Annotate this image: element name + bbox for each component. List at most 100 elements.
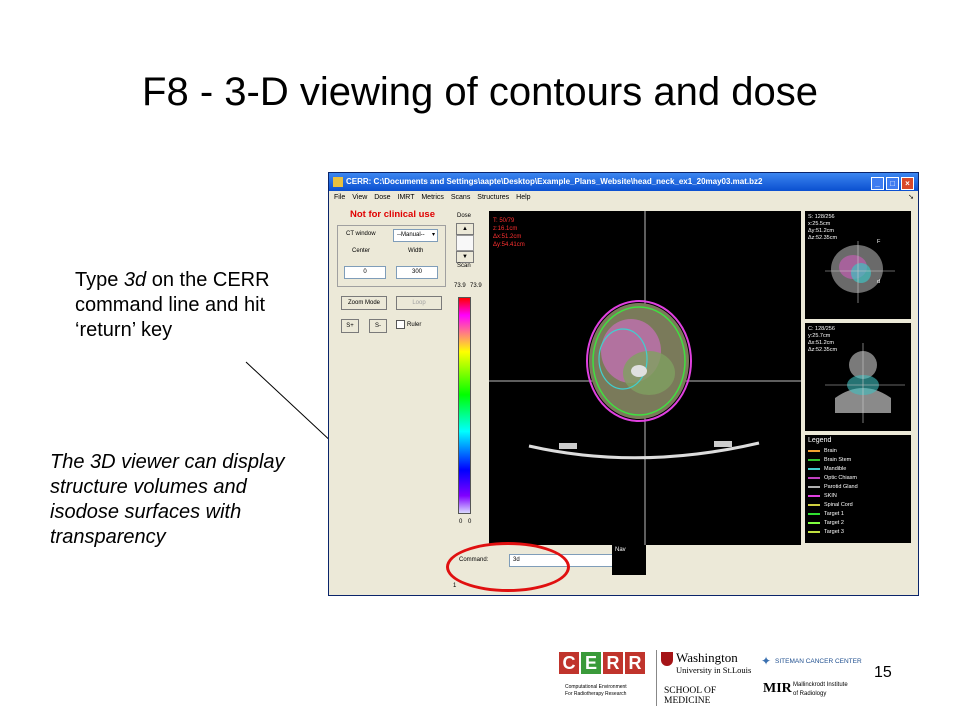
logo-divider xyxy=(656,650,657,706)
dose-up-arrow-icon[interactable]: ▲ xyxy=(456,223,474,235)
legend-item: SKIN xyxy=(808,492,837,500)
menu-file[interactable]: File xyxy=(334,194,345,201)
status-indicator: 1 xyxy=(453,583,457,589)
legend-item: Brain xyxy=(808,447,837,455)
legend-item-label: Target 1 xyxy=(824,511,844,517)
legend-item: Target 3 xyxy=(808,528,844,536)
colorbar-max-right: 73.9 xyxy=(470,283,482,289)
menu-help[interactable]: Help xyxy=(516,194,530,201)
coronal-view[interactable]: C: 128/256 y:25.7cm Δx:51.2cm Δz:52.35cm xyxy=(805,323,911,431)
legend-swatch xyxy=(808,467,820,470)
legend-item: Mandible xyxy=(808,465,846,473)
slice-up-button[interactable]: S+ xyxy=(341,319,359,333)
coronal-image xyxy=(825,343,905,423)
clinical-warning: Not for clinical use xyxy=(350,209,435,220)
wu-line2: University in St.Louis xyxy=(676,665,752,675)
command-highlight-circle xyxy=(446,542,570,592)
legend-swatch xyxy=(808,458,820,461)
legend-swatch xyxy=(808,485,820,488)
dose-scan-controls: Dose ▲ ▼ Scan 73.9 73.9 0 0 xyxy=(453,211,482,531)
close-button[interactable]: × xyxy=(901,177,914,190)
window-titlebar[interactable]: CERR: C:\Documents and Settings\aapte\De… xyxy=(329,173,918,191)
cerr-tagline-2: For Radiotherapy Research xyxy=(565,691,627,697)
menu-scans[interactable]: Scans xyxy=(451,194,470,201)
siteman-logo: ✦ SITEMAN CANCER CENTER xyxy=(761,654,862,674)
wu-shield-icon xyxy=(661,652,673,666)
logo-strip: C E R R Computational Environment For Ra… xyxy=(557,648,862,708)
sagittal-view[interactable]: S: 128/256 x:25.5cm Δy:51.2cm Δz:52.35cm… xyxy=(805,211,911,319)
menu-metrics[interactable]: Metrics xyxy=(421,194,444,201)
menu-dose[interactable]: Dose xyxy=(374,194,390,201)
legend-swatch xyxy=(808,494,820,497)
slice-down-button[interactable]: S- xyxy=(369,319,387,333)
wu-line3: SCHOOL OF MEDICINE xyxy=(664,686,717,706)
dose-colorbar[interactable] xyxy=(458,297,471,514)
app-icon xyxy=(333,176,343,187)
legend-item-label: SKIN xyxy=(824,493,837,499)
legend-item: Brain Stem xyxy=(808,456,851,464)
legend-item-label: Brain Stem xyxy=(824,457,852,463)
nav-panel[interactable]: Nav xyxy=(612,545,646,575)
cerr-tagline-1: Computational Environment xyxy=(565,684,627,690)
ct-window-label: CT window xyxy=(346,231,376,237)
cerr-letter-r1: R xyxy=(603,652,623,674)
ruler-toggle[interactable]: Ruler xyxy=(396,320,421,329)
legend-item: Target 1 xyxy=(808,510,844,518)
mir-line2: of Radiology xyxy=(793,691,827,697)
window-title: CERR: C:\Documents and Settings\aapte\De… xyxy=(346,177,763,186)
sagittal-image xyxy=(825,241,895,303)
dose-down-arrow-icon[interactable]: ▼ xyxy=(456,251,474,263)
center-field[interactable]: 0 xyxy=(344,266,386,279)
width-label: Width xyxy=(408,248,424,254)
colorbar-max-left: 73.9 xyxy=(454,283,466,289)
chevron-down-icon: ▾ xyxy=(431,232,435,238)
width-field[interactable]: 300 xyxy=(396,266,438,279)
maximize-button[interactable]: □ xyxy=(886,177,899,190)
menu-structures[interactable]: Structures xyxy=(477,194,509,201)
ct-window-box: CT window --Manual-- ▾ Center Width 0 300 xyxy=(337,225,446,287)
legend-item-label: Parotid Gland xyxy=(824,484,858,490)
legend-item-label: Brain xyxy=(824,448,837,454)
transverse-image xyxy=(489,211,801,545)
siteman-star-icon: ✦ xyxy=(761,654,772,668)
mir-logo: MIR Mallinckrodt Institute of Radiology xyxy=(763,680,857,706)
menu-imrt[interactable]: IMRT xyxy=(398,194,415,201)
siteman-text: SITEMAN CANCER CENTER xyxy=(775,658,862,665)
nav-label: Nav xyxy=(615,547,626,553)
transverse-view[interactable]: T: 50/79 z:16.1cm Δx:51.2cm Δy:54.41cm xyxy=(489,211,801,545)
minimize-button[interactable]: _ xyxy=(871,177,884,190)
legend-swatch xyxy=(808,449,820,452)
colorbar-min-left: 0 xyxy=(459,519,463,525)
sagittal-marker-f: F xyxy=(877,239,881,245)
menu-view[interactable]: View xyxy=(352,194,367,201)
legend-item: Spinal Cord xyxy=(808,501,853,509)
ct-window-value: --Manual-- xyxy=(397,232,425,238)
cerr-letter-e: E xyxy=(581,652,601,674)
legend-swatch xyxy=(808,521,820,524)
dose-scan-slider[interactable] xyxy=(456,235,474,251)
legend-item-label: Optic Chiasm xyxy=(824,475,858,481)
zoom-mode-button[interactable]: Zoom Mode xyxy=(341,296,387,310)
legend-title: Legend xyxy=(808,437,832,444)
washington-university-logo: Washington University in St.Louis SCHOOL… xyxy=(661,648,761,708)
legend-swatch xyxy=(808,512,820,515)
legend-swatch xyxy=(808,503,820,506)
wu-line1: Washington xyxy=(676,650,738,665)
colorbar-min-right: 0 xyxy=(468,519,472,525)
ct-window-select[interactable]: --Manual-- ▾ xyxy=(393,229,438,242)
cerr-logo: C E R R Computational Environment For Ra… xyxy=(557,648,653,708)
legend-swatch xyxy=(808,476,820,479)
legend-item-label: Target 2 xyxy=(824,520,844,526)
legend-item: Parotid Gland xyxy=(808,483,858,491)
ruler-checkbox[interactable] xyxy=(396,320,405,329)
structure-legend: Legend Brain Brain Stem Mandible Optic C… xyxy=(805,435,911,543)
cerr-letter-r2: R xyxy=(625,652,645,674)
pin-icon[interactable]: ➘ xyxy=(908,191,914,204)
cerr-window: CERR: C:\Documents and Settings\aapte\De… xyxy=(328,172,919,596)
page-number: 15 xyxy=(874,664,892,681)
legend-item-label: Mandible xyxy=(824,466,847,472)
dose-label: Dose xyxy=(457,213,472,219)
loop-button[interactable]: Loop xyxy=(396,296,442,310)
mir-line1: Mallinckrodt Institute xyxy=(793,682,848,688)
cerr-letter-c: C xyxy=(559,652,579,674)
